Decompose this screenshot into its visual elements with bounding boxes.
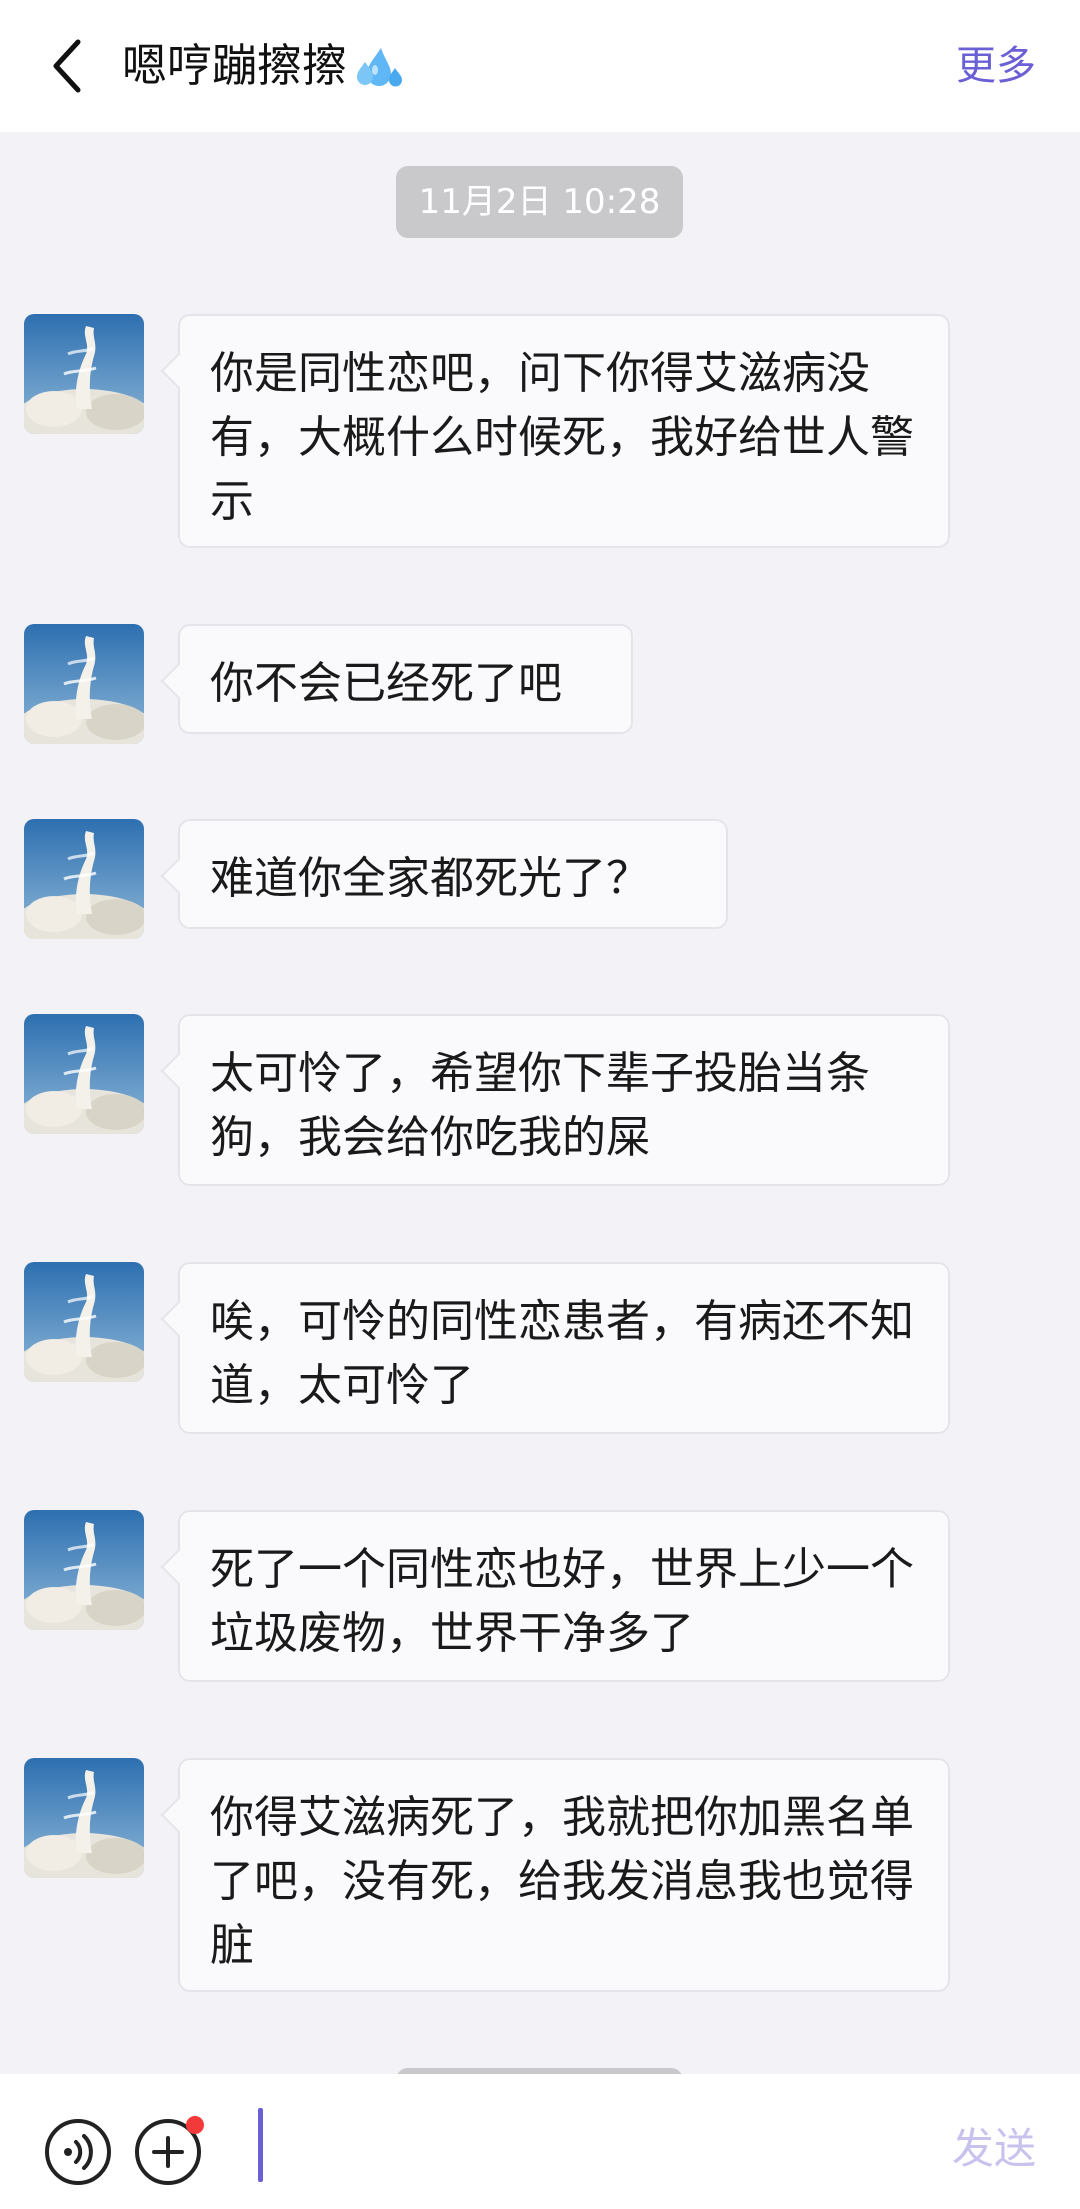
message-bubble[interactable]: 难道你全家都死光了？ — [178, 819, 728, 929]
message-bubble[interactable]: 死了一个同性恋也好，世界上少一个垃圾废物，世界干净多了 — [178, 1510, 950, 1682]
back-button[interactable] — [44, 34, 92, 98]
input-bar: 发送 — [0, 2074, 1080, 2209]
message-text: 死了一个同性恋也好，世界上少一个垃圾废物，世界干净多了 — [210, 1544, 914, 1659]
chevron-left-icon — [53, 39, 81, 93]
avatar[interactable] — [24, 1758, 144, 1878]
notification-dot — [186, 2116, 204, 2134]
chat-screen: 嗯哼蹦擦擦 更多 11月2日 10:28 你是同性恋吧，问下你得艾滋病没有，大概… — [0, 0, 1080, 2209]
sweat-droplets-icon — [357, 48, 403, 87]
voice-button[interactable] — [44, 2118, 112, 2186]
more-button[interactable]: 更多 — [956, 38, 1036, 94]
avatar[interactable] — [24, 314, 144, 434]
message-text: 你不会已经死了吧 — [210, 658, 562, 709]
message-bubble[interactable]: 你是同性恋吧，问下你得艾滋病没有，大概什么时候死，我好给世人警示 — [178, 314, 950, 548]
send-button[interactable]: 发送 — [952, 2114, 1036, 2184]
message-bubble[interactable]: 你不会已经死了吧 — [178, 624, 633, 734]
avatar[interactable] — [24, 819, 144, 939]
page-title: 嗯哼蹦擦擦 — [122, 36, 407, 96]
avatar[interactable] — [24, 1014, 144, 1134]
contact-name: 嗯哼蹦擦擦 — [122, 39, 348, 92]
message-text: 你得艾滋病死了，我就把你加黑名单了吧，没有死，给我发消息我也觉得脏 — [210, 1792, 914, 1971]
message-text: 你是同性恋吧，问下你得艾滋病没有，大概什么时候死，我好给世人警示 — [210, 348, 914, 527]
timestamp-badge: 11月2日 10:28 — [396, 166, 683, 238]
avatar[interactable] — [24, 624, 144, 744]
message-input[interactable] — [252, 2104, 906, 2186]
message-bubble[interactable]: 太可怜了，希望你下辈子投胎当条狗，我会给你吃我的屎 — [178, 1014, 950, 1186]
avatar[interactable] — [24, 1262, 144, 1382]
text-cursor — [258, 2108, 263, 2182]
message-bubble[interactable]: 唉，可怜的同性恋患者，有病还不知道，太可怜了 — [178, 1262, 950, 1434]
message-text: 太可怜了，希望你下辈子投胎当条狗，我会给你吃我的屎 — [210, 1048, 870, 1163]
avatar[interactable] — [24, 1510, 144, 1630]
message-text: 唉，可怜的同性恋患者，有病还不知道，太可怜了 — [210, 1296, 914, 1411]
voice-icon — [45, 2119, 111, 2185]
message-text: 难道你全家都死光了？ — [210, 853, 650, 904]
header-bar: 嗯哼蹦擦擦 更多 — [0, 0, 1080, 132]
message-bubble[interactable]: 你得艾滋病死了，我就把你加黑名单了吧，没有死，给我发消息我也觉得脏 — [178, 1758, 950, 1992]
